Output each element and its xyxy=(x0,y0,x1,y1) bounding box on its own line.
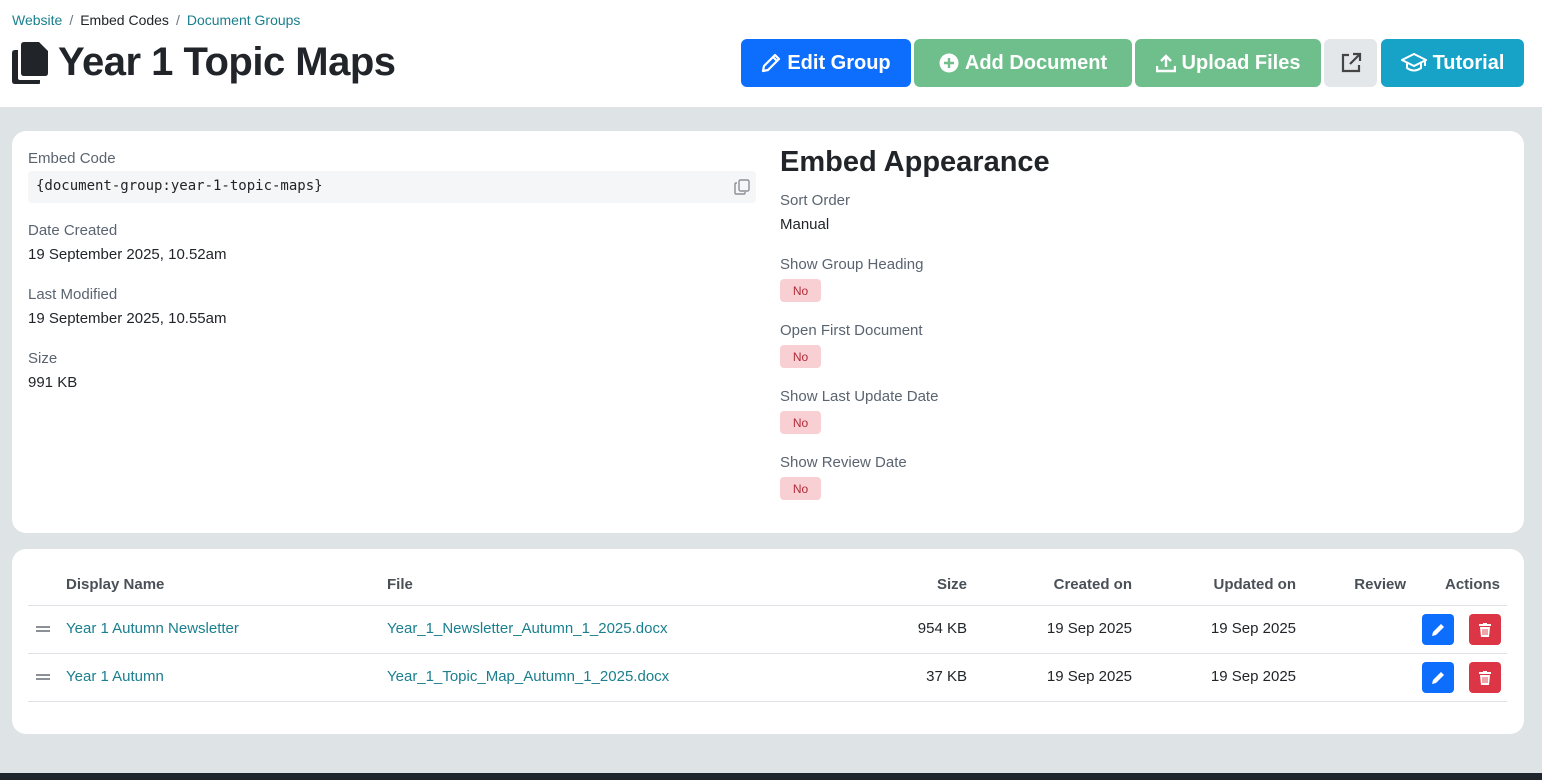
add-document-button[interactable]: Add Document xyxy=(914,39,1132,87)
breadcrumb-separator: / xyxy=(69,12,74,28)
delete-document-button[interactable] xyxy=(1469,662,1501,693)
document-name-link[interactable]: Year 1 Autumn Newsletter xyxy=(66,620,239,637)
page-header: Website / Embed Codes / Document Groups … xyxy=(0,0,1542,107)
edit-group-button[interactable]: Edit Group xyxy=(741,39,911,87)
tutorial-button[interactable]: Tutorial xyxy=(1381,39,1524,87)
group-info-card: Embed Code {document-group:year-1-topic-… xyxy=(12,131,1524,533)
document-size: 954 KB xyxy=(917,620,967,637)
edit-document-button[interactable] xyxy=(1422,662,1454,693)
delete-document-button[interactable] xyxy=(1469,614,1501,645)
embed-code-box: {document-group:year-1-topic-maps} xyxy=(28,171,756,203)
table-divider xyxy=(28,653,1507,654)
table-divider xyxy=(28,701,1507,702)
title-row: Year 1 Topic Maps xyxy=(12,40,396,85)
status-badge: No xyxy=(780,279,821,302)
table-divider xyxy=(28,605,1507,606)
add-document-label: Add Document xyxy=(964,51,1108,74)
document-file-link[interactable]: Year_1_Newsletter_Autumn_1_2025.docx xyxy=(387,620,667,637)
status-badge: No xyxy=(780,477,821,500)
document-created: 19 Sep 2025 xyxy=(1046,620,1132,637)
embed-appearance-title: Embed Appearance xyxy=(780,146,1050,178)
breadcrumb-embed-codes: Embed Codes xyxy=(80,12,169,28)
breadcrumb: Website / Embed Codes / Document Groups xyxy=(12,12,300,28)
open-first-document-label: Open First Document xyxy=(780,322,923,339)
drag-handle-icon[interactable] xyxy=(36,626,50,632)
date-created-label: Date Created xyxy=(28,222,118,239)
external-link-icon xyxy=(1341,52,1361,73)
column-header-actions: Actions xyxy=(1444,576,1500,593)
breadcrumb-website[interactable]: Website xyxy=(12,12,62,28)
embed-code-value[interactable]: {document-group:year-1-topic-maps} xyxy=(36,178,323,194)
tutorial-label: Tutorial xyxy=(1432,51,1505,74)
upload-files-label: Upload Files xyxy=(1181,51,1301,74)
trash-icon xyxy=(1479,670,1491,685)
graduation-cap-icon xyxy=(1400,53,1427,72)
last-modified-value: 19 September 2025, 10.55am xyxy=(28,310,227,327)
status-badge: No xyxy=(780,411,821,434)
column-header-size[interactable]: Size xyxy=(867,576,967,593)
document-created: 19 Sep 2025 xyxy=(1046,668,1132,685)
column-header-display-name[interactable]: Display Name xyxy=(66,576,164,593)
plus-circle-icon xyxy=(939,53,959,73)
embed-code-label: Embed Code xyxy=(28,150,116,167)
document-updated: 19 Sep 2025 xyxy=(1210,620,1296,637)
last-modified-label: Last Modified xyxy=(28,286,118,303)
page-footer xyxy=(0,773,1542,780)
show-last-update-label: Show Last Update Date xyxy=(780,388,939,405)
size-value: 991 KB xyxy=(28,374,78,391)
upload-files-button[interactable]: Upload Files xyxy=(1135,39,1321,87)
sort-order-label: Sort Order xyxy=(780,192,851,209)
column-header-review[interactable]: Review xyxy=(1322,576,1406,593)
pencil-icon xyxy=(1432,623,1444,636)
documents-table-card: Display Name File Size Created on Update… xyxy=(12,549,1524,734)
pencil-icon xyxy=(762,53,781,73)
size-label: Size xyxy=(28,350,58,367)
open-external-button[interactable] xyxy=(1324,39,1377,87)
column-header-created[interactable]: Created on xyxy=(1002,576,1132,593)
edit-document-button[interactable] xyxy=(1422,614,1454,645)
sort-order-value: Manual xyxy=(780,216,830,233)
document-name-link[interactable]: Year 1 Autumn xyxy=(66,668,164,685)
pencil-icon xyxy=(1432,671,1444,684)
column-header-updated[interactable]: Updated on xyxy=(1162,576,1297,593)
edit-group-label: Edit Group xyxy=(787,51,891,74)
copy-icon[interactable] xyxy=(734,179,750,195)
date-created-value: 19 September 2025, 10.52am xyxy=(28,246,227,263)
column-header-file[interactable]: File xyxy=(387,576,413,593)
breadcrumb-document-groups[interactable]: Document Groups xyxy=(187,12,301,28)
status-badge: No xyxy=(780,345,821,368)
page-title: Year 1 Topic Maps xyxy=(58,40,396,84)
upload-icon xyxy=(1155,54,1176,73)
trash-icon xyxy=(1479,622,1491,637)
breadcrumb-separator: / xyxy=(175,12,180,28)
show-group-heading-label: Show Group Heading xyxy=(780,256,924,273)
document-updated: 19 Sep 2025 xyxy=(1210,668,1296,685)
documents-icon xyxy=(12,41,48,84)
show-review-date-label: Show Review Date xyxy=(780,454,907,471)
drag-handle-icon[interactable] xyxy=(36,674,50,680)
document-file-link[interactable]: Year_1_Topic_Map_Autumn_1_2025.docx xyxy=(387,668,669,685)
document-size: 37 KB xyxy=(926,668,967,685)
